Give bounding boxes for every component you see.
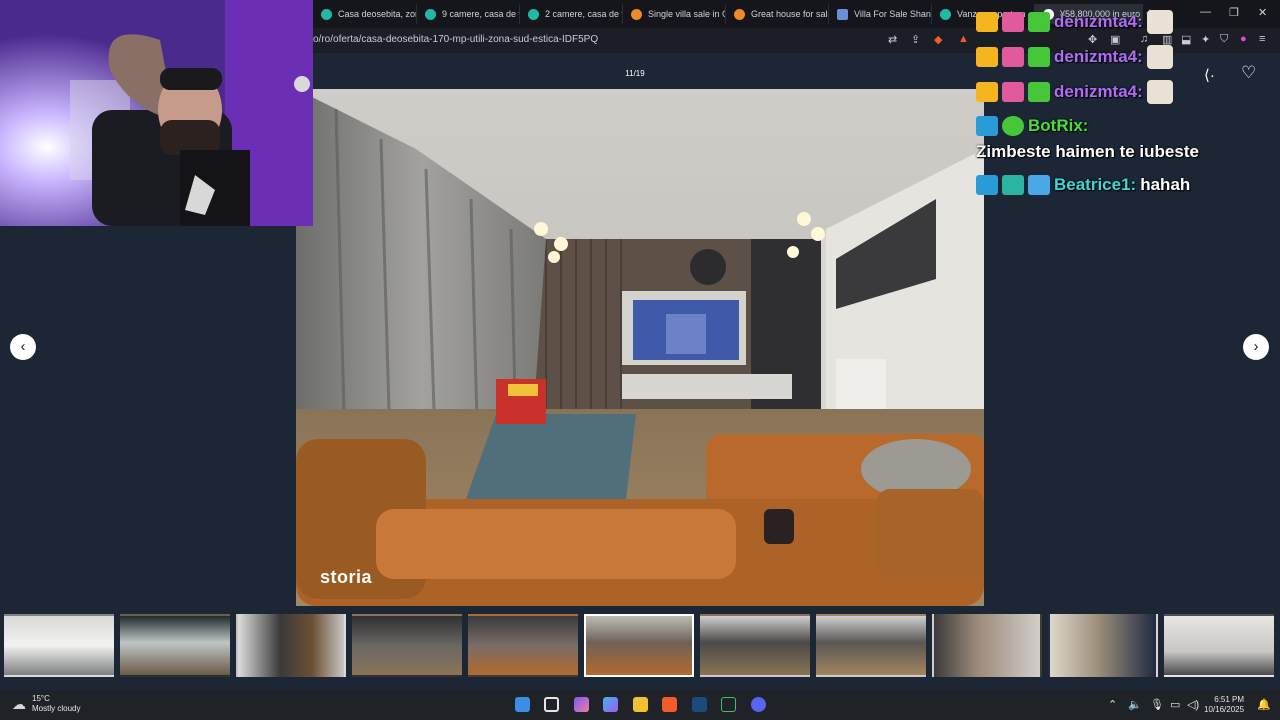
streamer-webcam (0, 0, 313, 226)
thumbnail[interactable] (4, 614, 114, 677)
chat-message: BotRix: Zimbeste haimen te iubeste (976, 115, 1276, 163)
tab-label: Villa For Sale Shang (854, 9, 932, 19)
chevron-right-icon: › (1253, 338, 1259, 355)
thumbnail-strip (0, 612, 1280, 680)
living-room-photo (296, 89, 984, 606)
chat-text: Zimbeste haimen te iubeste (976, 142, 1199, 161)
tab-favicon-icon (734, 8, 745, 20)
excel-icon[interactable] (721, 697, 736, 712)
browser-tab[interactable]: 9 camere, casa de v (417, 4, 520, 24)
crown-badge-icon (976, 47, 998, 67)
tab-favicon-icon (528, 8, 539, 20)
chat-message: Beatrice1: hahah (976, 174, 1276, 196)
tab-label: Casa deosebita, zon (338, 9, 417, 19)
copilot-icon[interactable] (603, 697, 618, 712)
brave-shield-icon[interactable]: ◆ (934, 33, 942, 46)
webcam-overlay (0, 0, 313, 226)
tab-label: Great house for sale (751, 9, 829, 19)
thumbnail[interactable] (468, 614, 578, 677)
cloud-icon: ☁ (12, 695, 26, 712)
share-page-icon[interactable]: ⇪ (911, 33, 920, 46)
browser-tab[interactable]: Casa deosebita, zon (313, 4, 417, 24)
windows-start-icon[interactable] (515, 697, 530, 712)
chat-username[interactable]: denizmta4: (1054, 81, 1143, 103)
clock-date: 10/16/2025 (1204, 705, 1245, 714)
translate-icon[interactable]: ⇄ (888, 33, 897, 46)
thumbnail[interactable] (932, 614, 1042, 677)
url-input[interactable]: o/ro/oferta/casa-deosebita-170-mp-utili-… (313, 34, 598, 45)
tab-favicon-icon (321, 8, 332, 20)
verified-badge-icon (1002, 116, 1024, 136)
browser-tab[interactable]: 2 camere, casa de v (520, 4, 623, 24)
moderator-badge-icon (976, 116, 998, 136)
tab-favicon-icon (425, 8, 436, 20)
thumbnail-active[interactable] (584, 614, 694, 677)
thumbnail[interactable] (1048, 614, 1158, 677)
cat-emote-icon (1146, 45, 1173, 69)
thumbnail[interactable] (816, 614, 926, 677)
chevron-left-icon: ‹ (20, 338, 26, 355)
thumbnail[interactable] (352, 614, 462, 677)
weather-temperature: 15°C (32, 694, 50, 703)
subscriber-badge-icon (1002, 47, 1024, 67)
tab-favicon-icon (837, 8, 848, 20)
thumbnail[interactable] (1164, 614, 1274, 677)
subscriber-badge-icon (1028, 175, 1050, 195)
gift-badge-icon (1028, 82, 1050, 102)
chat-username[interactable]: denizmta4: (1054, 11, 1143, 33)
gift-badge-icon (1028, 12, 1050, 32)
chat-username[interactable]: BotRix: (1028, 115, 1088, 137)
cat-emote-icon (1146, 10, 1173, 34)
prev-photo-button[interactable]: ‹ (10, 334, 36, 360)
steam-icon[interactable] (692, 697, 707, 712)
clock-time: 6:51 PM (1214, 695, 1245, 704)
gift-badge-icon (1028, 47, 1050, 67)
network-icon[interactable]: ▭ (1170, 698, 1180, 711)
windows-taskbar: ☁ 15°C Mostly cloudy ⌃ 🔈 🎙 ▭ ◁) 6:51 PM … (0, 690, 1280, 720)
file-explorer-icon[interactable] (633, 697, 648, 712)
subscriber-badge-icon (1002, 82, 1024, 102)
thumbnail[interactable] (236, 614, 346, 677)
chat-username[interactable]: Beatrice1: (1054, 174, 1136, 196)
tab-label: Single villa sale in G (648, 9, 726, 19)
browser-tab[interactable]: Great house for sale (726, 4, 829, 24)
microphone-icon[interactable]: 🎙 (1150, 698, 1164, 711)
tab-favicon-icon (940, 8, 951, 20)
cat-emote-icon (1146, 80, 1173, 104)
show-hidden-icons-icon[interactable]: ⌃ (1108, 698, 1117, 711)
weather-condition: Mostly cloudy (32, 704, 81, 713)
chat-text: hahah (1140, 175, 1191, 194)
brave-browser-icon[interactable] (662, 697, 677, 712)
weather-widget[interactable]: ☁ 15°C Mostly cloudy (12, 694, 80, 714)
browser-tab[interactable]: Single villa sale in G (623, 4, 726, 24)
next-photo-button[interactable]: › (1243, 334, 1269, 360)
storia-watermark: storia (320, 567, 373, 587)
moderator-badge-icon (976, 175, 998, 195)
thumbnail[interactable] (700, 614, 810, 677)
tab-label: 9 camere, casa de v (442, 9, 520, 19)
widgets-icon[interactable] (574, 697, 589, 712)
main-photo: storia (296, 89, 984, 606)
chat-message: denizmta4: (976, 10, 1276, 34)
task-view-icon[interactable] (544, 697, 559, 712)
crown-badge-icon (976, 12, 998, 32)
brave-rewards-icon[interactable]: ▲ (958, 33, 969, 45)
speaker-icon[interactable]: 🔈 (1128, 698, 1142, 711)
notification-bell-icon[interactable]: 🔔 (1257, 698, 1271, 711)
subscriber-badge-icon (1002, 12, 1024, 32)
crown-badge-icon (976, 82, 998, 102)
thumbnail[interactable] (120, 614, 230, 677)
chat-overlay: denizmta4: denizmta4: denizmta4: BotRix:… (976, 10, 1276, 207)
photo-counter: 11/19 (625, 69, 645, 78)
browser-tab[interactable]: Villa For Sale Shang (829, 4, 932, 24)
chat-message: denizmta4: (976, 45, 1276, 69)
chat-username[interactable]: denizmta4: (1054, 46, 1143, 68)
volume-icon[interactable]: ◁) (1187, 698, 1199, 711)
discord-icon[interactable] (751, 697, 766, 712)
chat-message: denizmta4: (976, 80, 1276, 104)
tab-label: 2 camere, casa de v (545, 9, 623, 19)
system-clock[interactable]: 6:51 PM 10/16/2025 (1204, 695, 1244, 715)
og-badge-icon (1002, 175, 1024, 195)
tab-favicon-icon (631, 8, 642, 20)
